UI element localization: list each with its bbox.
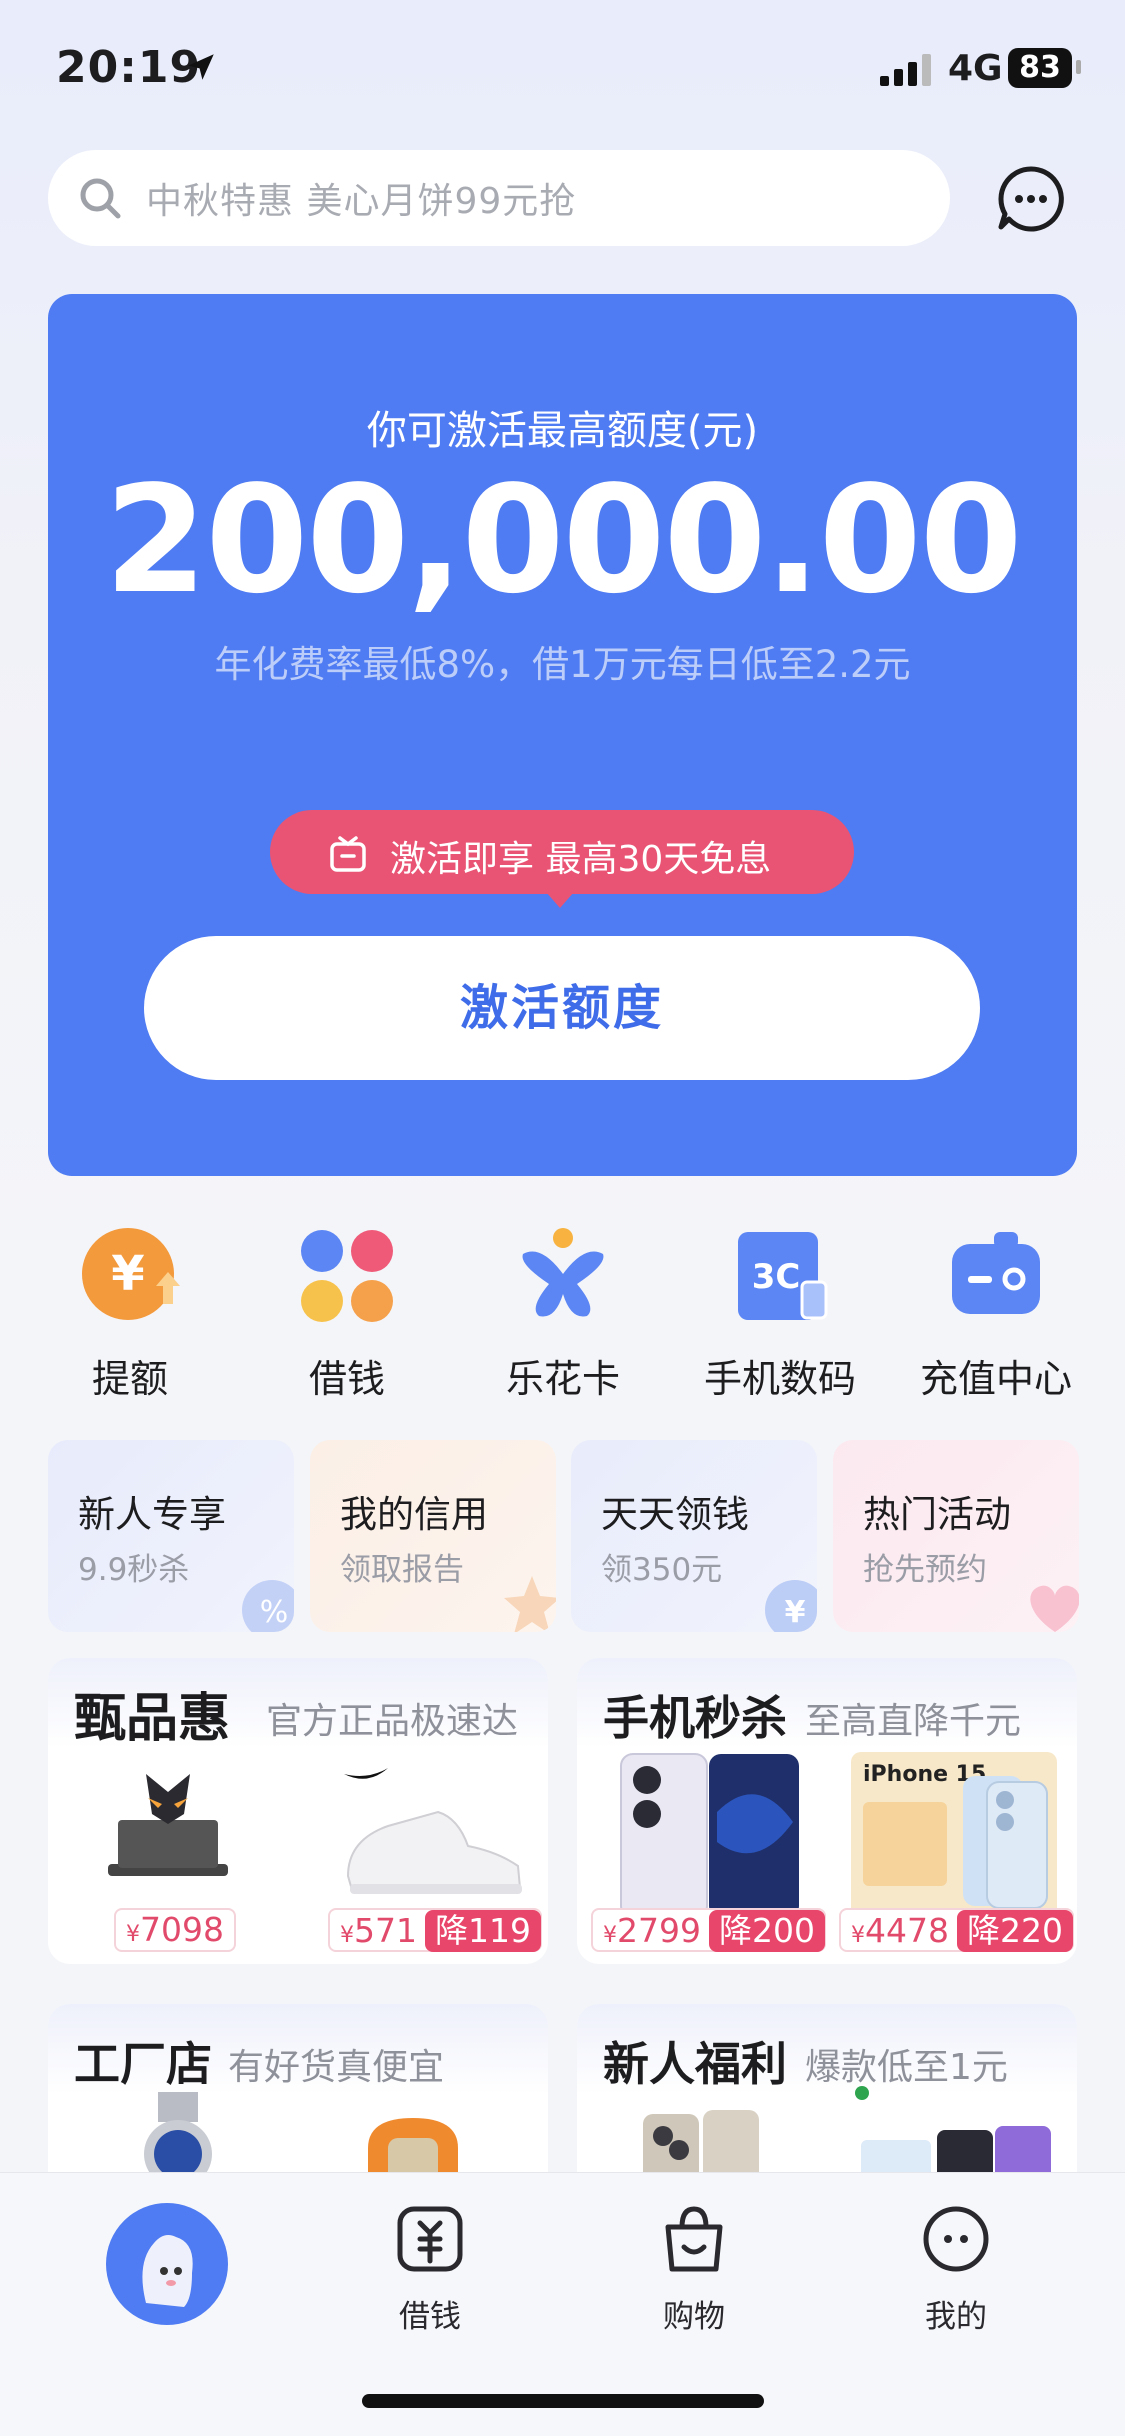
search-bar[interactable]: 中秋特惠 美心月饼99元抢: [48, 150, 950, 246]
svg-text:¥: ¥: [111, 1246, 144, 1302]
phone-deal-image: [855, 2086, 1051, 2184]
mini-card-title: 新人专享: [78, 1493, 226, 1536]
price-value: 4478: [865, 1911, 949, 1950]
card-subtitle: 官方正品极速达: [266, 1701, 519, 1742]
watch-product-image: [144, 2092, 212, 2182]
percent-badge-icon: %: [242, 1580, 294, 1632]
svg-text:%: %: [260, 1595, 289, 1630]
rate-description: 年化费率最低8%，借1万元每日低至2.2元: [214, 643, 911, 686]
price-tag: ¥571 降119: [328, 1908, 542, 1952]
mini-card-credit[interactable]: 我的信用 领取报告: [310, 1440, 556, 1632]
mini-card-sub: 抢先预约: [863, 1552, 987, 1588]
quick-entry-label: 乐花卡: [505, 1357, 620, 1401]
iphone-illustration: [963, 1776, 1048, 1909]
tab-label: 购物: [663, 2299, 725, 2335]
iphone-poster-image: iPhone 15: [851, 1752, 1057, 1920]
raise-limit-icon: ¥: [82, 1228, 180, 1320]
quick-entry-label: 手机数码: [703, 1357, 856, 1401]
promo-text: 激活即享 最高30天免息: [390, 839, 772, 880]
price-value: 7098: [140, 1910, 224, 1949]
price-tag: ¥7098: [114, 1908, 236, 1952]
credit-caption: 你可激活最高额度(元): [366, 408, 759, 454]
status-bar: 20:19 4G 83: [0, 0, 1125, 140]
svg-text:3C: 3C: [752, 1257, 801, 1297]
battery-level: 83: [1008, 48, 1072, 88]
search-placeholder: 中秋特惠 美心月饼99元抢: [146, 181, 577, 222]
recharge-icon: [952, 1232, 1040, 1314]
quick-entry-label: 借钱: [308, 1357, 385, 1401]
mini-card-title: 热门活动: [863, 1493, 1011, 1536]
card-title: 甄品惠: [74, 1688, 231, 1749]
card-subtitle: 爆款低至1元: [805, 2047, 1008, 2088]
quick-entry-raise-limit[interactable]: ¥ 提额: [30, 1224, 230, 1404]
product-card-phone-flash-sale[interactable]: 手机秒杀 至高直降千元 iPhone 15 ¥2799 降200 ¥4478 降22…: [577, 1658, 1077, 1964]
star-face-icon: [504, 1576, 556, 1632]
card-subtitle: 至高直降千元: [805, 1701, 1022, 1742]
gift-icon: [330, 836, 366, 872]
quick-entry-3c-digital[interactable]: 3C 手机数码: [680, 1224, 880, 1404]
home-indicator: [362, 2394, 764, 2408]
search-icon: [80, 178, 121, 219]
card-title: 新人福利: [603, 2037, 787, 2091]
borrow-tab-icon: [397, 2206, 463, 2272]
coin-icon: ¥: [765, 1580, 817, 1632]
credit-hero-card: 你可激活最高额度(元) 200,000.00 年化费率最低8%，借1万元每日低至…: [48, 294, 1077, 1176]
card-title: 工厂店: [74, 2037, 212, 2091]
shopping-bag-icon: [665, 2206, 723, 2272]
card-title: 手机秒杀: [603, 1691, 787, 1745]
tab-home[interactable]: [106, 2203, 228, 2325]
vivo-phone-image: [620, 1753, 799, 1919]
discount-badge: 降220: [956, 1910, 1073, 1952]
mini-card-daily-money[interactable]: 天天领钱 领350元 ¥: [571, 1440, 817, 1632]
network-type: 4G: [948, 48, 1003, 89]
mini-card-sub: 领350元: [601, 1552, 723, 1588]
mini-card-title: 我的信用: [340, 1493, 488, 1536]
svg-text:¥: ¥: [785, 1595, 806, 1630]
mascot-home-icon: [142, 2235, 193, 2307]
profile-face-icon: [923, 2206, 989, 2272]
price-value: 2799: [617, 1911, 701, 1950]
quick-entry-borrow[interactable]: 借钱: [247, 1224, 447, 1404]
mini-card-title: 天天领钱: [601, 1493, 749, 1536]
mini-card-sub: 领取报告: [340, 1552, 464, 1588]
mini-card-newcomer[interactable]: 新人专享 9.9秒杀 %: [48, 1440, 294, 1632]
discount-badge: 降200: [708, 1910, 825, 1952]
tab-label: 借钱: [399, 2299, 461, 2335]
quick-entry-label: 提额: [91, 1357, 168, 1401]
product-card-zhenpinhui[interactable]: 甄品惠 官方正品极速达 ¥7098 ¥571 降119: [48, 1658, 548, 1964]
laptop-product-image: [108, 1774, 228, 1876]
status-time: 20:19: [56, 42, 202, 93]
tab-label: 我的: [925, 2299, 987, 2335]
mini-card-sub: 9.9秒杀: [78, 1552, 190, 1588]
quick-entry-recharge[interactable]: 充值中心: [896, 1224, 1096, 1404]
currency-symbol: ¥: [851, 1923, 865, 1948]
credit-amount: 200,000.00: [104, 454, 1022, 626]
tab-shopping[interactable]: 购物: [604, 2203, 784, 2336]
poster-promo-block: [863, 1802, 947, 1886]
price-tag: ¥4478 降220: [839, 1908, 1074, 1952]
price-tag: ¥2799 降200: [591, 1908, 826, 1952]
currency-symbol: ¥: [340, 1923, 354, 1948]
sneaker-product-image: [344, 1768, 522, 1894]
lehua-card-icon: [522, 1228, 604, 1317]
tab-borrow[interactable]: 借钱: [340, 2203, 520, 2336]
currency-symbol: ¥: [126, 1922, 140, 1947]
quick-entry-label: 充值中心: [919, 1357, 1072, 1401]
quick-entry-lehua-card[interactable]: 乐花卡: [463, 1224, 663, 1404]
mini-card-hot-events[interactable]: 热门活动 抢先预约: [833, 1440, 1079, 1632]
heart-icon: [1030, 1585, 1079, 1632]
cellular-signal-icon: [880, 54, 931, 86]
message-bubble-icon[interactable]: [996, 164, 1066, 234]
borrow-clover-icon: [301, 1230, 393, 1322]
price-value: 571: [354, 1911, 417, 1950]
location-arrow-icon: [188, 54, 214, 80]
discount-badge: 降119: [425, 1910, 541, 1952]
card-subtitle: 有好货真便宜: [228, 2047, 445, 2088]
currency-symbol: ¥: [603, 1923, 617, 1948]
promo-badge: 激活即享 最高30天免息: [270, 810, 854, 908]
battery-tip: [1076, 60, 1081, 74]
activate-limit-button[interactable]: 激活额度: [144, 936, 980, 1080]
tab-mine[interactable]: 我的: [866, 2203, 1046, 2336]
3c-digital-icon: 3C: [738, 1232, 828, 1320]
